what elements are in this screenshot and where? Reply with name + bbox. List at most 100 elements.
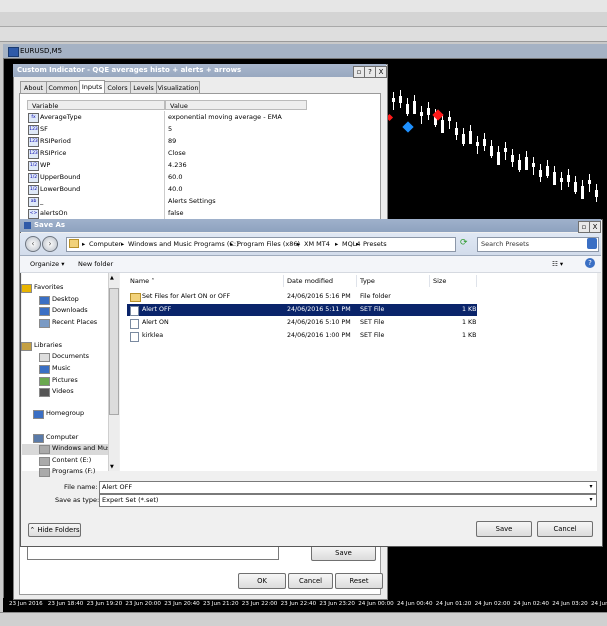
cancel-button[interactable]: Cancel — [288, 573, 333, 589]
breadcrumb-separator-icon[interactable]: ▸ — [230, 240, 233, 248]
scroll-down-icon[interactable]: ▼ — [110, 464, 114, 470]
breadcrumb-separator-icon[interactable]: ▸ — [356, 240, 359, 248]
time-axis-label: 23 Jun 2016 — [9, 601, 43, 607]
nav-item-downloads[interactable]: Downloads — [52, 306, 88, 314]
ok-button[interactable]: OK — [238, 573, 286, 589]
breadcrumb-item[interactable]: Computer — [89, 240, 121, 248]
chevron-down-icon[interactable]: ▾ — [587, 482, 595, 491]
breadcrumb-item[interactable]: Presets — [363, 240, 387, 248]
file-icon — [130, 332, 139, 342]
breadcrumb-separator-icon[interactable]: ▸ — [297, 240, 300, 248]
close-button[interactable]: X — [375, 66, 387, 78]
nav-item-videos[interactable]: Videos — [52, 387, 74, 395]
organize-button[interactable]: Organize ▾ — [30, 260, 64, 268]
nav-item-drive-e[interactable]: Content (E:) — [52, 456, 91, 464]
file-type: SET File — [360, 306, 385, 313]
nav-item-desktop[interactable]: Desktop — [52, 295, 79, 303]
breadcrumb-separator-icon[interactable]: ▸ — [121, 240, 124, 248]
save-type-select[interactable] — [99, 494, 597, 507]
tab-inputs[interactable]: Inputs — [79, 80, 105, 94]
file-name: Alert ON — [142, 319, 169, 326]
nav-item-pictures[interactable]: Pictures — [52, 376, 78, 384]
search-icon[interactable] — [587, 238, 597, 249]
nav-item-documents[interactable]: Documents — [52, 352, 89, 360]
breadcrumb-separator-icon[interactable]: ▸ — [335, 240, 338, 248]
parameter-value[interactable]: false — [168, 209, 183, 217]
dialog-save-button[interactable]: Save — [476, 521, 532, 537]
nav-item-music[interactable]: Music — [52, 364, 71, 372]
file-row[interactable]: Alert OFF 24/06/2016 5:11 PM SET File 1 KB — [127, 304, 477, 316]
breadcrumb-separator-icon[interactable]: ▸ — [82, 240, 85, 248]
column-header-type[interactable]: Type — [357, 275, 430, 287]
nav-item-drive-c[interactable]: Windows and Music — [52, 444, 116, 452]
parameter-row[interactable]: 123 SF 5 — [27, 123, 307, 135]
column-header-date[interactable]: Date modified — [284, 275, 357, 287]
save-as-titlebar[interactable] — [20, 219, 601, 232]
parameter-row[interactable]: ab _ Alerts Settings — [27, 195, 307, 207]
breadcrumb-item[interactable]: Program Files (x86) — [237, 240, 300, 248]
navigation-scroll-thumb[interactable] — [109, 288, 119, 415]
parameter-value[interactable]: Close — [168, 149, 186, 157]
parameter-value[interactable]: 40.0 — [168, 185, 182, 193]
parameter-name: LowerBound — [40, 185, 81, 193]
candle-body — [448, 117, 451, 121]
back-icon[interactable]: ‹ — [25, 236, 41, 252]
help-icon[interactable]: ? — [585, 258, 595, 268]
parameter-value[interactable]: exponential moving average - EMA — [168, 113, 282, 121]
hide-folders-button[interactable]: ⌃ Hide Folders — [28, 523, 81, 537]
column-header-variable[interactable]: Variable — [27, 100, 165, 110]
new-folder-button[interactable]: New folder — [78, 260, 113, 268]
file-name-field[interactable] — [99, 481, 597, 494]
reset-button[interactable]: Reset — [335, 573, 383, 589]
candle-body — [518, 160, 521, 170]
file-row[interactable]: kirklea 24/06/2016 1:00 PM SET File 1 KB — [127, 330, 477, 342]
dialog-cancel-button[interactable]: Cancel — [537, 521, 593, 537]
drive-icon — [39, 457, 50, 466]
breadcrumb-item[interactable]: XM MT4 — [304, 240, 330, 248]
parameter-type-icon: fx — [28, 113, 39, 123]
column-header-size[interactable]: Size — [430, 275, 477, 287]
parameter-row[interactable]: 123 RSIPrice Close — [27, 147, 307, 159]
nav-item-favorites[interactable]: Favorites — [34, 283, 63, 291]
parameter-value[interactable]: 4.236 — [168, 161, 187, 169]
time-axis-label: 23 Jun 22:40 — [280, 601, 317, 607]
nav-item-homegroup[interactable]: Homegroup — [46, 409, 84, 417]
file-type: File folder — [360, 293, 391, 300]
parameter-row[interactable]: 123 RSIPeriod 89 — [27, 135, 307, 147]
column-header-value[interactable]: Value — [165, 100, 307, 110]
column-divider — [164, 207, 165, 219]
save-button[interactable]: Save — [311, 545, 376, 561]
column-divider — [164, 111, 165, 123]
toolbar-strip-secondary — [0, 27, 607, 42]
close-button[interactable]: X — [589, 221, 601, 233]
parameter-row[interactable]: <> alertsOn false — [27, 207, 307, 219]
views-icon[interactable]: ☷ ▾ — [552, 260, 563, 268]
nav-item-drive-f[interactable]: Programs (F:) — [52, 467, 95, 475]
hide-folders-label: Hide Folders — [37, 526, 80, 534]
folder-icon — [130, 293, 141, 302]
refresh-icon[interactable]: ⟳ — [460, 238, 470, 249]
preset-name-field[interactable] — [27, 546, 279, 560]
parameter-row[interactable]: 1/2 UpperBound 60.0 — [27, 171, 307, 183]
parameter-value[interactable]: 60.0 — [168, 173, 182, 181]
parameter-value[interactable]: 5 — [168, 125, 172, 133]
parameter-value[interactable]: 89 — [168, 137, 176, 145]
parameter-row[interactable]: 1/2 LowerBound 40.0 — [27, 183, 307, 195]
column-header-name[interactable]: Name ˄ — [127, 275, 284, 287]
parameter-row[interactable]: 1/2 WP 4.236 — [27, 159, 307, 171]
chart-titlebar[interactable] — [3, 44, 607, 59]
parameter-type-icon: 123 — [28, 137, 39, 147]
parameter-row[interactable]: fx AverageType exponential moving average … — [27, 111, 307, 123]
parameter-value[interactable]: Alerts Settings — [168, 197, 216, 205]
file-date: 24/06/2016 5:10 PM — [287, 319, 351, 326]
nav-item-libraries[interactable]: Libraries — [34, 341, 62, 349]
forward-icon[interactable]: › — [42, 236, 58, 252]
scroll-up-icon[interactable]: ▲ — [110, 275, 114, 281]
candle-body — [567, 175, 570, 182]
chevron-down-icon[interactable]: ▾ — [587, 495, 595, 504]
nav-item-computer[interactable]: Computer — [46, 433, 78, 441]
file-row[interactable]: Alert ON 24/06/2016 5:10 PM SET File 1 KB — [127, 317, 477, 329]
nav-item-recent[interactable]: Recent Places — [52, 318, 97, 326]
file-row[interactable]: Set Files for Alert ON or OFF 24/06/2016 … — [127, 291, 477, 303]
breadcrumb-item[interactable]: Windows and Music Programs (C:) — [128, 240, 239, 248]
